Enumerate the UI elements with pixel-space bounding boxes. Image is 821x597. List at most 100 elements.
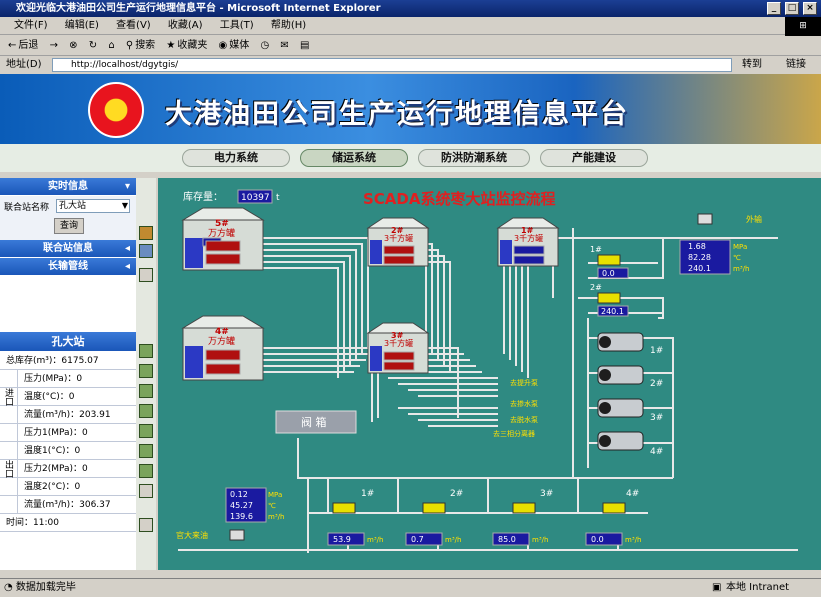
pump-1-label: 1#: [650, 346, 663, 356]
minimize-button[interactable]: _: [767, 2, 781, 15]
meter-1[interactable]: [597, 254, 621, 266]
collapse-icon[interactable]: [139, 268, 153, 282]
outlet-temperature1-row: 温度1(°C)：0: [0, 442, 136, 460]
pump-4[interactable]: [597, 431, 644, 451]
outlet-group: 出口 压力1(MPa)：0 温度1(°C)：0 压力2(MPa)：0 温度2(°…: [0, 424, 136, 514]
pan-icon[interactable]: [139, 384, 153, 398]
history-icon[interactable]: ◷: [260, 40, 269, 51]
menu-favorites[interactable]: 收藏(A): [168, 20, 203, 31]
bottom-meter-1[interactable]: [332, 502, 356, 514]
inlet-label: 进口: [0, 370, 18, 424]
help-icon[interactable]: [139, 518, 153, 532]
tank-3-type: 3千方罐: [384, 338, 413, 348]
query-button[interactable]: 查询: [54, 218, 84, 234]
inlet-pressure-row: 压力(MPa)：0: [0, 370, 136, 388]
outlet-pressure-unit: MPa: [733, 243, 747, 251]
search-icon[interactable]: ⚲: [126, 40, 133, 51]
bottom-value-2: 0.7: [411, 535, 424, 544]
tank-4[interactable]: [181, 315, 265, 381]
pump-2[interactable]: [597, 365, 644, 385]
favorites-icon[interactable]: ★: [166, 40, 175, 51]
zoom-out-icon[interactable]: [139, 364, 153, 378]
chevron-left-icon: ◂: [124, 261, 130, 272]
print-map-icon[interactable]: [139, 484, 153, 498]
pump-1[interactable]: [597, 332, 644, 352]
print-icon[interactable]: ▤: [300, 40, 309, 51]
bottom-meter-4[interactable]: [602, 502, 626, 514]
to-lift-pump: 去提升泵: [510, 378, 538, 387]
tab-power[interactable]: 电力系统: [182, 149, 290, 167]
bottom-meter-3[interactable]: [512, 502, 536, 514]
realtime-info-header[interactable]: 实时信息 ▾: [0, 178, 136, 196]
mail-icon[interactable]: ✉: [280, 40, 288, 51]
status-text: 数据加载完毕: [15, 582, 76, 593]
union-station-info-header[interactable]: 联合站信息 ◂: [0, 240, 136, 258]
address-input[interactable]: http://localhost/dgytgis/: [52, 58, 732, 72]
tank-2-type: 3千方罐: [384, 233, 413, 243]
bottom-value-1: 53.9: [333, 535, 351, 544]
media-button[interactable]: 媒体: [229, 40, 249, 51]
search-button[interactable]: 搜索: [135, 40, 155, 51]
pump-2-label: 2#: [650, 379, 663, 389]
globe-icon[interactable]: [139, 464, 153, 478]
meter-2-label: 2#: [590, 283, 602, 292]
favorites-button[interactable]: 收藏夹: [177, 40, 207, 51]
meter-2[interactable]: [597, 292, 621, 304]
home-icon[interactable]: ⌂: [108, 40, 114, 51]
window-title-bar: 欢迎光临大港油田公司生产运行地理信息平台 - Microsoft Interne…: [0, 0, 821, 17]
links-button[interactable]: 链接: [786, 56, 806, 74]
address-label: 地址(D): [6, 59, 42, 70]
identify-icon[interactable]: [139, 424, 153, 438]
chevron-left-icon: ◂: [124, 243, 130, 254]
map-icon[interactable]: [139, 244, 153, 258]
zoom-in-icon[interactable]: [139, 344, 153, 358]
bottom-meter-2[interactable]: [422, 502, 446, 514]
tab-storage-transport[interactable]: 储运系统: [300, 149, 408, 167]
incoming-oil-label: 官大来油: [176, 530, 208, 540]
menu-help[interactable]: 帮助(H): [271, 20, 306, 31]
measure-icon[interactable]: [139, 444, 153, 458]
outlet-temperature: 82.28: [688, 253, 711, 262]
outlet-pressure1-row: 压力1(MPa)：0: [0, 424, 136, 442]
status-bar: ◔ 数据加载完毕 ▣ 本地 Intranet: [0, 578, 821, 596]
window-title: 欢迎光临大港油田公司生产运行地理信息平台 - Microsoft Interne…: [16, 3, 381, 14]
chevron-down-icon: ▾: [124, 181, 130, 192]
pipeline-header[interactable]: 长输管线 ◂: [0, 258, 136, 276]
page-done-icon: ◔: [4, 582, 13, 593]
toolbar: ← 后退 → ⊗ ↻ ⌂ ⚲ 搜索 ★ 收藏夹 ◉ 媒体 ◷ ✉ ▤: [0, 36, 821, 56]
time-row: 时间：11:00: [0, 514, 136, 532]
tab-flood-control[interactable]: 防洪防潮系统: [418, 149, 530, 167]
back-button[interactable]: 后退: [18, 40, 38, 51]
storage-label: 库存量：: [183, 190, 223, 203]
tank-1-type: 3千方罐: [514, 233, 543, 243]
outlet-label: 出口: [0, 424, 18, 514]
pump-3[interactable]: [597, 398, 644, 418]
inlet-temperature-row: 温度(°C)：0: [0, 388, 136, 406]
layer-icon[interactable]: [139, 226, 153, 240]
refresh-icon[interactable]: ↻: [89, 40, 97, 51]
outlet-temperature-unit: ℃: [733, 254, 741, 262]
tank-5[interactable]: [181, 207, 265, 271]
menu-view[interactable]: 查看(V): [116, 20, 151, 31]
menu-edit[interactable]: 编辑(E): [65, 20, 99, 31]
tab-capacity-building[interactable]: 产能建设: [540, 149, 648, 167]
to-water-pump: 去掺水泵: [510, 399, 538, 408]
realtime-info-label: 实时信息: [48, 181, 88, 192]
back-icon[interactable]: ←: [8, 40, 16, 51]
full-extent-icon[interactable]: [139, 404, 153, 418]
menu-tools[interactable]: 工具(T): [220, 20, 254, 31]
maximize-button[interactable]: □: [785, 2, 799, 15]
station-select[interactable]: 孔大站 ▼: [56, 199, 130, 213]
pump-3-label: 3#: [650, 413, 663, 423]
menu-bar: 文件(F) 编辑(E) 查看(V) 收藏(A) 工具(T) 帮助(H): [0, 17, 821, 35]
bottom-unit-3: m³/h: [532, 536, 548, 544]
stop-icon[interactable]: ⊗: [69, 40, 77, 51]
media-icon[interactable]: ◉: [219, 40, 228, 51]
station-title-label: 孔大站: [51, 335, 85, 348]
menu-file[interactable]: 文件(F): [14, 20, 48, 31]
inlet-flow: 139.6: [230, 512, 253, 521]
close-button[interactable]: ×: [803, 2, 817, 15]
forward-icon[interactable]: →: [50, 40, 58, 51]
go-button[interactable]: 转到: [742, 56, 762, 74]
outlet-pressure: 1.68: [688, 242, 706, 251]
